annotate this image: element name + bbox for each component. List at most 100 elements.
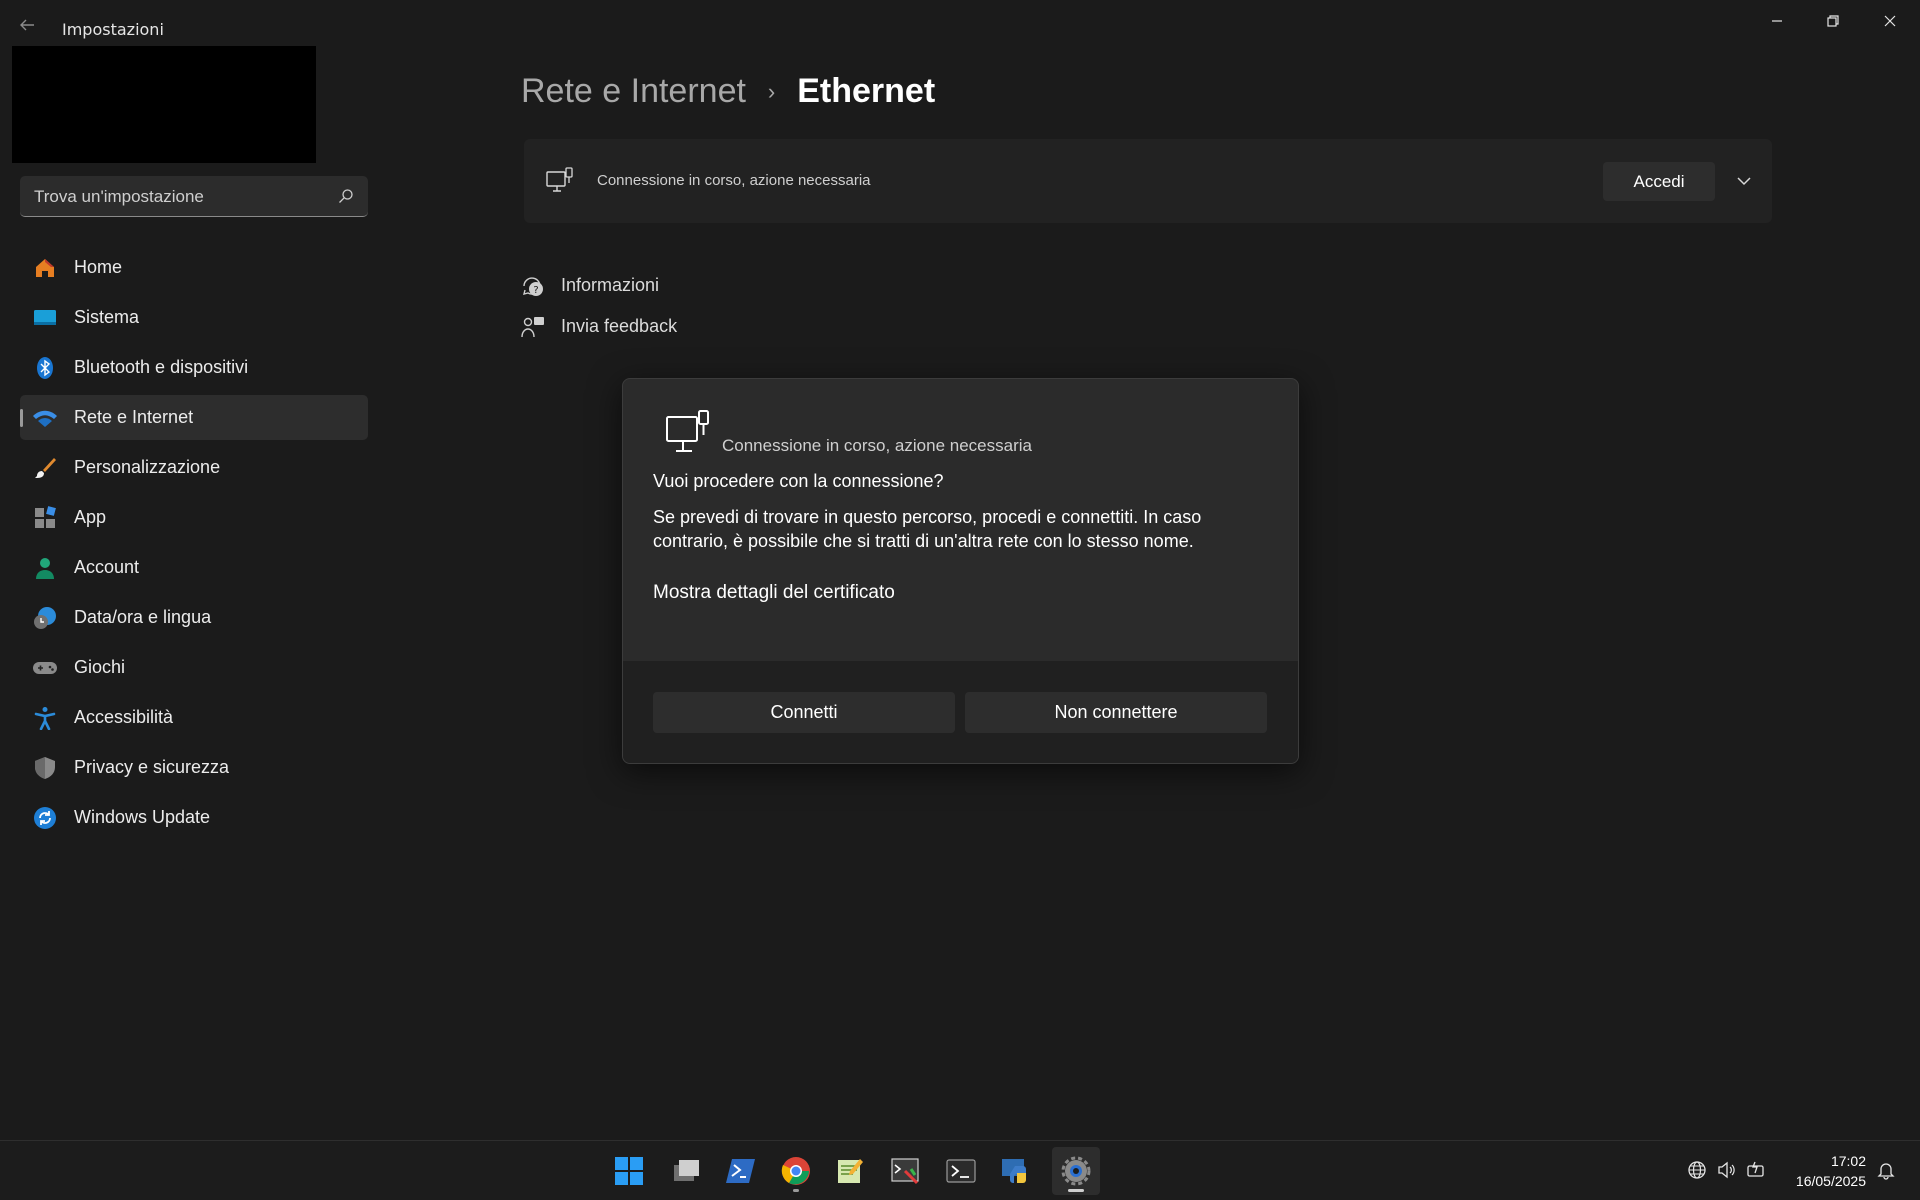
- sidebar-item-label: Bluetooth e dispositivi: [74, 357, 249, 377]
- file-explorer-icon: [674, 1160, 699, 1181]
- running-indicator: [1068, 1189, 1084, 1192]
- expand-button[interactable]: [1724, 161, 1764, 201]
- taskbar-powershell[interactable]: [717, 1147, 765, 1195]
- help-icon: ?: [523, 276, 543, 296]
- sidebar-item-label: Rete e Internet: [74, 407, 194, 427]
- sidebar-item-account[interactable]: Account: [20, 545, 368, 590]
- notification-bell-icon[interactable]: [1876, 1160, 1896, 1180]
- ethernet-status-card: Connessione in corso, azione necessaria …: [524, 139, 1772, 223]
- snipping-tool-icon: [891, 1158, 919, 1185]
- sidebar-item-label: App: [74, 507, 107, 527]
- globe-icon[interactable]: [1687, 1160, 1707, 1180]
- close-icon: [1884, 15, 1896, 27]
- chevron-down-icon: [1737, 177, 1751, 186]
- taskbar: 17:02 16/05/2025: [0, 1140, 1920, 1200]
- sidebar-item-label: Giochi: [74, 657, 126, 677]
- minimize-button[interactable]: [1754, 6, 1800, 36]
- wifi-icon: [32, 405, 58, 431]
- terminal-icon: [946, 1159, 976, 1183]
- system-clock[interactable]: 17:02 16/05/2025: [1796, 1151, 1866, 1191]
- sidebar-item-apps[interactable]: App: [20, 495, 368, 540]
- help-links: ? Informazioni Invia feedback: [521, 265, 677, 347]
- sidebar-item-label: Accessibilità: [74, 707, 174, 727]
- sidebar-item-label: Data/ora e lingua: [74, 607, 212, 627]
- certificate-details-link[interactable]: Mostra dettagli del certificato: [653, 582, 895, 604]
- clock-date: 16/05/2025: [1795, 1173, 1866, 1189]
- sidebar-item-label: Account: [74, 557, 140, 577]
- sidebar-item-bluetooth[interactable]: Bluetooth e dispositivi: [20, 345, 368, 390]
- user-profile-card[interactable]: [12, 46, 316, 163]
- back-arrow-icon: [20, 19, 34, 31]
- dialog-question: Vuoi procedere con la connessione?: [653, 471, 944, 491]
- connection-status-text: Connessione in corso, azione necessaria: [597, 172, 871, 189]
- notepad-icon: [838, 1159, 863, 1183]
- breadcrumb: Rete e Internet › Ethernet: [521, 72, 935, 111]
- sidebar-item-windows-update[interactable]: Windows Update: [20, 795, 368, 840]
- taskbar-python[interactable]: [992, 1147, 1040, 1195]
- brush-icon: [32, 455, 58, 481]
- volume-icon[interactable]: [1716, 1160, 1736, 1180]
- gamepad-icon: [32, 655, 58, 681]
- minimize-icon: [1772, 20, 1782, 22]
- sidebar-item-privacy[interactable]: Privacy e sicurezza: [20, 745, 368, 790]
- dialog-footer: Connetti Non connettere: [623, 661, 1298, 763]
- title-bar: Impostazioni: [0, 0, 1920, 46]
- connect-button[interactable]: Connetti: [653, 692, 955, 733]
- back-button[interactable]: [18, 16, 42, 40]
- feedback-icon: [521, 316, 544, 337]
- sidebar-item-label: Home: [74, 257, 123, 277]
- feedback-link-label: Invia feedback: [561, 316, 678, 336]
- close-button[interactable]: [1867, 6, 1913, 36]
- sidebar-item-label: Privacy e sicurezza: [74, 757, 230, 777]
- sidebar-item-label: Personalizzazione: [74, 457, 221, 477]
- shield-icon: [32, 755, 58, 781]
- connection-dialog: Connessione in corso, azione necessaria …: [622, 378, 1299, 764]
- search-box[interactable]: [20, 176, 368, 218]
- sidebar-item-personalization[interactable]: Personalizzazione: [20, 445, 368, 490]
- dont-connect-button[interactable]: Non connettere: [965, 692, 1267, 733]
- system-icon: [32, 305, 58, 331]
- breadcrumb-parent[interactable]: Rete e Internet: [521, 72, 746, 111]
- sidebar-item-label: Windows Update: [74, 807, 211, 827]
- taskbar-settings[interactable]: [1052, 1147, 1100, 1195]
- breadcrumb-separator: ›: [767, 78, 776, 104]
- restore-button[interactable]: [1810, 6, 1856, 36]
- page-title: Ethernet: [797, 72, 936, 110]
- ethernet-monitor-icon: [666, 410, 709, 452]
- sidebar-item-accessibility[interactable]: Accessibilità: [20, 695, 368, 740]
- search-input[interactable]: [32, 176, 326, 218]
- bluetooth-icon: [32, 355, 58, 381]
- accessibility-icon: [32, 705, 58, 731]
- sidebar-item-gaming[interactable]: Giochi: [20, 645, 368, 690]
- powershell-icon: [726, 1159, 755, 1183]
- taskbar-terminal[interactable]: [937, 1147, 985, 1195]
- ethernet-monitor-icon: [546, 167, 573, 192]
- home-icon: [32, 255, 58, 281]
- chrome-icon: [781, 1157, 810, 1185]
- sidebar-nav: Home Sistema Bluetooth e dispositivi Ret…: [20, 245, 368, 845]
- dialog-body: Se prevedi di trovare in questo percorso…: [653, 507, 1202, 551]
- taskbar-notepad[interactable]: [826, 1147, 874, 1195]
- settings-icon: [1061, 1156, 1091, 1186]
- restore-icon: [1827, 15, 1839, 27]
- start-icon: [615, 1157, 643, 1185]
- taskbar-snipping-tool[interactable]: [882, 1147, 930, 1195]
- battery-icon[interactable]: [1746, 1160, 1766, 1180]
- sidebar-item-time-language[interactable]: Data/ora e lingua: [20, 595, 368, 640]
- taskbar-chrome[interactable]: [772, 1147, 820, 1195]
- sidebar-item-network[interactable]: Rete e Internet: [20, 395, 368, 440]
- search-icon[interactable]: [338, 188, 354, 204]
- taskbar-file-explorer[interactable]: [662, 1147, 710, 1195]
- start-button[interactable]: [605, 1147, 653, 1195]
- apps-icon: [32, 505, 58, 531]
- app-title: Impostazioni: [62, 20, 164, 39]
- sign-in-button[interactable]: Accedi: [1603, 162, 1715, 201]
- feedback-link[interactable]: Invia feedback: [521, 306, 677, 347]
- update-icon: [32, 805, 58, 831]
- dialog-caption: Connessione in corso, azione necessaria: [722, 436, 1032, 455]
- svg-text:?: ?: [533, 285, 538, 296]
- sidebar-item-system[interactable]: Sistema: [20, 295, 368, 340]
- help-link[interactable]: ? Informazioni: [521, 265, 677, 306]
- running-indicator: [793, 1189, 799, 1192]
- sidebar-item-home[interactable]: Home: [20, 245, 368, 290]
